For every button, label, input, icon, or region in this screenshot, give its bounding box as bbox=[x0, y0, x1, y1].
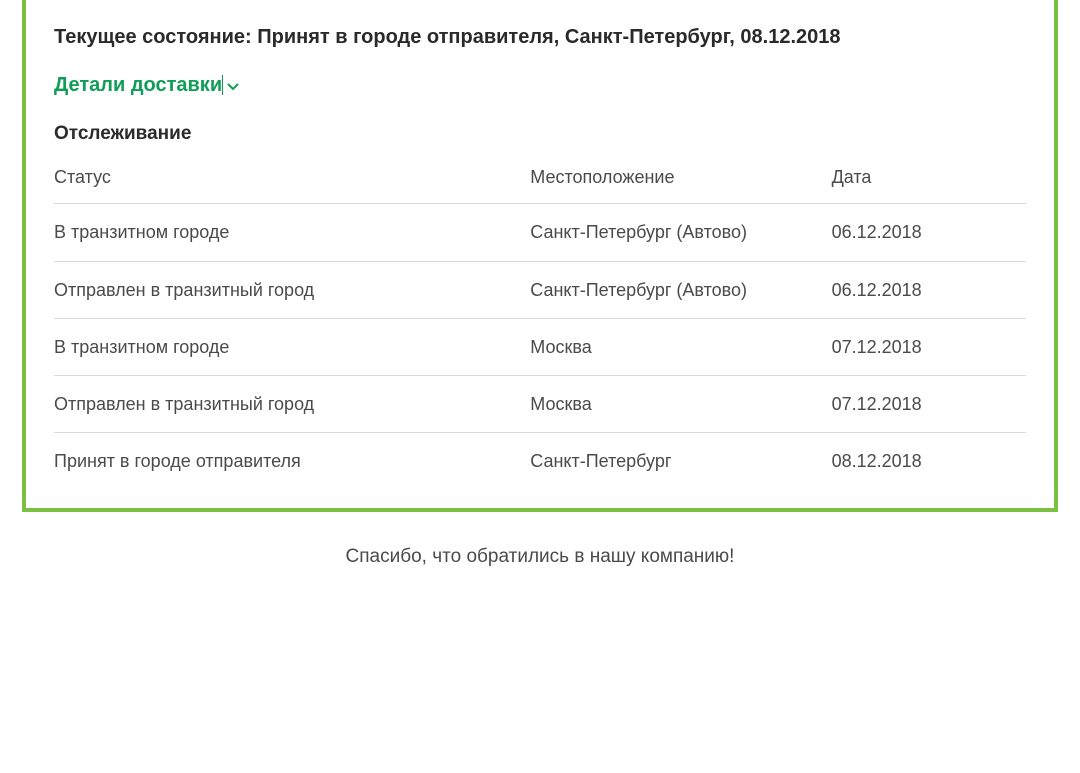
table-row: Отправлен в транзитный город Санкт-Петер… bbox=[54, 261, 1026, 318]
col-header-status: Статус bbox=[54, 159, 530, 204]
table-row: Принят в городе отправителя Санкт-Петерб… bbox=[54, 433, 1026, 490]
details-toggle[interactable]: Детали доставки bbox=[54, 74, 241, 97]
cell-location: Санкт-Петербург bbox=[530, 433, 831, 490]
current-status-label: Текущее состояние: bbox=[54, 26, 257, 48]
cell-status: Отправлен в транзитный город bbox=[54, 376, 530, 433]
cell-date: 07.12.2018 bbox=[832, 376, 1026, 433]
tracking-panel: Текущее состояние: Принят в городе отпра… bbox=[22, 0, 1058, 512]
cell-status: В транзитном городе bbox=[54, 318, 530, 375]
cell-date: 07.12.2018 bbox=[832, 318, 1026, 375]
cell-location: Москва bbox=[530, 318, 831, 375]
cell-date: 08.12.2018 bbox=[832, 433, 1026, 490]
cell-status: Принят в городе отправителя bbox=[54, 433, 530, 490]
cell-date: 06.12.2018 bbox=[832, 261, 1026, 318]
tracking-table: Статус Местоположение Дата В транзитном … bbox=[54, 159, 1026, 490]
chevron-down-icon bbox=[225, 78, 241, 94]
details-toggle-label: Детали доставки bbox=[54, 74, 222, 97]
text-cursor bbox=[222, 75, 223, 95]
cell-location: Санкт-Петербург (Автово) bbox=[530, 204, 831, 261]
current-status-line: Текущее состояние: Принят в городе отпра… bbox=[54, 24, 1026, 50]
cell-location: Москва bbox=[530, 376, 831, 433]
table-row: В транзитном городе Санкт-Петербург (Авт… bbox=[54, 204, 1026, 261]
tracking-heading: Отслеживание bbox=[54, 123, 1026, 145]
current-status-value: Принят в городе отправителя, Санкт-Петер… bbox=[257, 26, 840, 48]
thanks-message: Спасибо, что обратились в нашу компанию! bbox=[0, 546, 1080, 568]
table-row: Отправлен в транзитный город Москва 07.1… bbox=[54, 376, 1026, 433]
cell-location: Санкт-Петербург (Автово) bbox=[530, 261, 831, 318]
cell-date: 06.12.2018 bbox=[832, 204, 1026, 261]
cell-status: Отправлен в транзитный город bbox=[54, 261, 530, 318]
table-row: В транзитном городе Москва 07.12.2018 bbox=[54, 318, 1026, 375]
cell-status: В транзитном городе bbox=[54, 204, 530, 261]
col-header-location: Местоположение bbox=[530, 159, 831, 204]
table-header-row: Статус Местоположение Дата bbox=[54, 159, 1026, 204]
col-header-date: Дата bbox=[832, 159, 1026, 204]
